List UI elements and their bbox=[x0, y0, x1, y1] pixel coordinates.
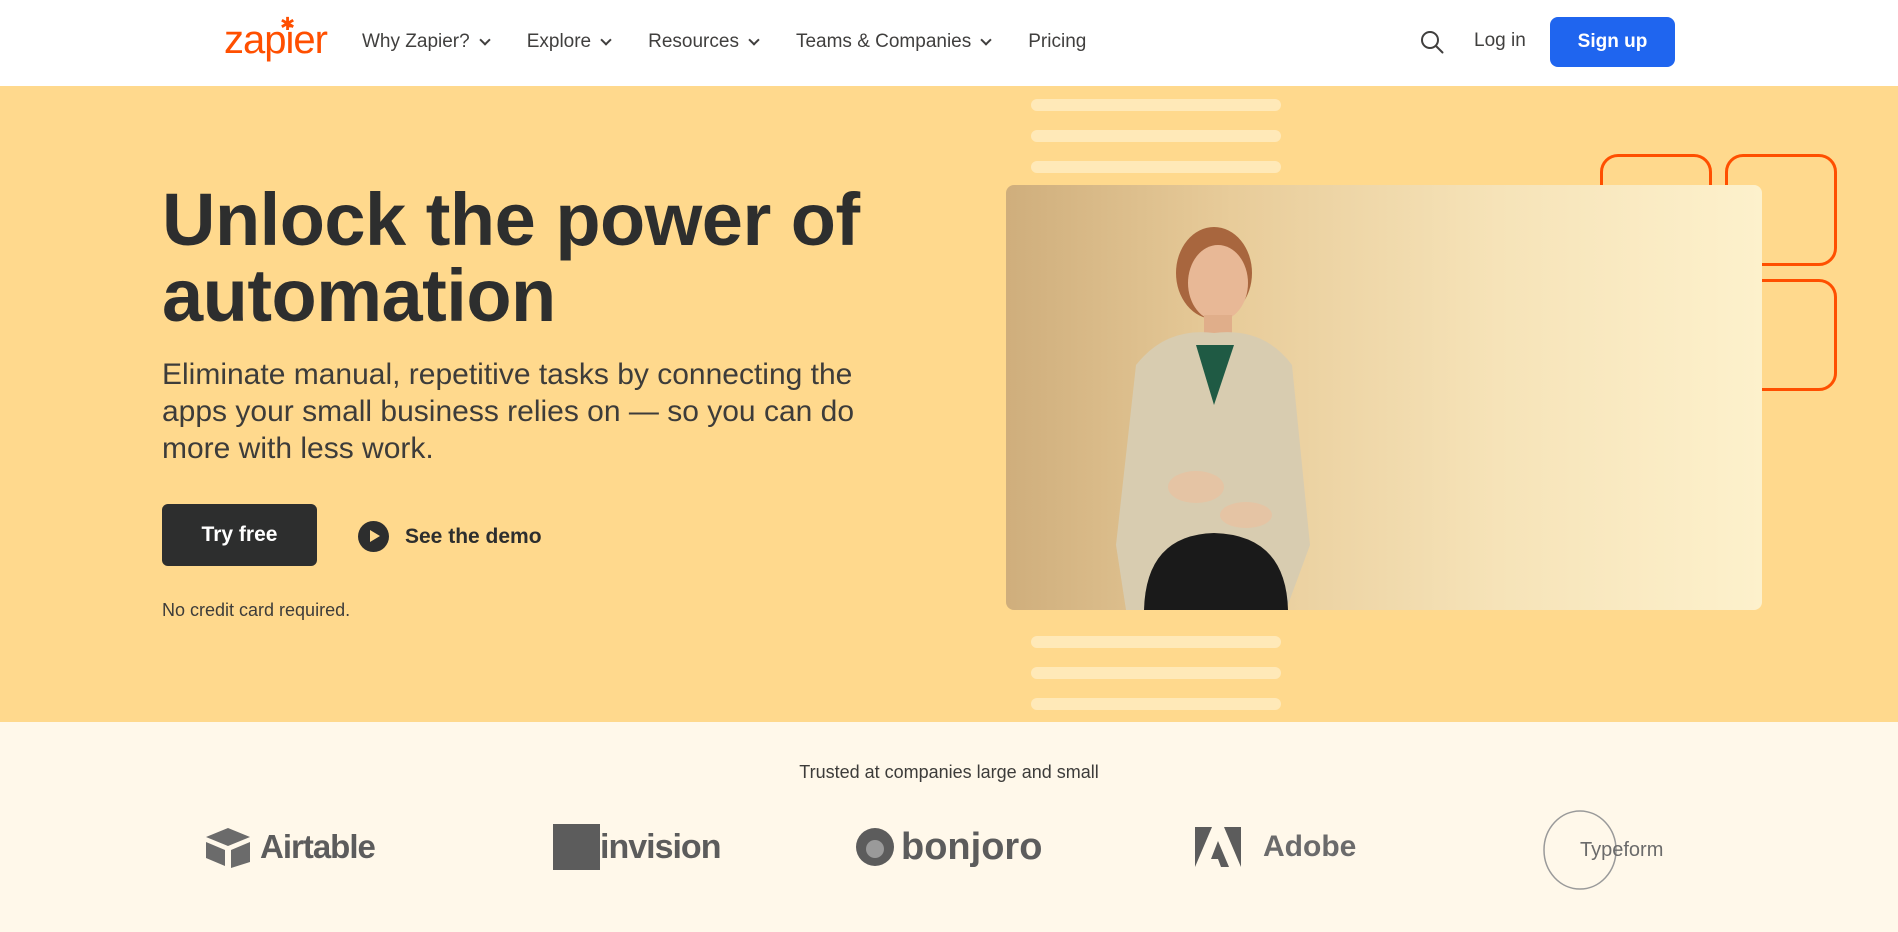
decor-stripe bbox=[1031, 161, 1281, 173]
hero-headline: Unlock the power of automation bbox=[162, 178, 860, 337]
decor-stripe bbox=[1031, 99, 1281, 111]
nav-item-label: Pricing bbox=[1028, 31, 1087, 52]
hero-section: Unlock the power of automation Eliminate… bbox=[0, 86, 1898, 722]
nav-explore[interactable]: Explore bbox=[526, 31, 612, 53]
nav-teams-companies[interactable]: Teams & Companies bbox=[795, 31, 992, 53]
airtable-logo: Airtable bbox=[204, 822, 376, 872]
logo-label: Adobe bbox=[1263, 830, 1357, 863]
chevron-down-icon bbox=[980, 33, 992, 46]
logo-label: invision bbox=[553, 824, 721, 870]
hero-subheadline: Eliminate manual, repetitive tasks by co… bbox=[162, 358, 855, 465]
nav-pricing[interactable]: Pricing bbox=[1028, 31, 1086, 53]
decor-stripe bbox=[1031, 698, 1281, 710]
logo-label: bonjoro bbox=[901, 825, 1043, 868]
logo-text: zapier bbox=[224, 18, 328, 62]
signup-button[interactable]: Sign up bbox=[1550, 17, 1675, 67]
no-credit-card-note: No credit card required. bbox=[162, 600, 351, 620]
adobe-icon bbox=[1195, 827, 1241, 867]
bonjoro-icon bbox=[856, 828, 894, 866]
nav-item-label: Explore bbox=[526, 31, 592, 52]
chevron-down-icon bbox=[748, 33, 760, 46]
presenter-image bbox=[1116, 227, 1310, 610]
logo-label: Typeform bbox=[1580, 838, 1664, 861]
decor-stripe bbox=[1031, 130, 1281, 142]
see-demo-link[interactable]: See the demo bbox=[358, 521, 542, 552]
decor-stripe bbox=[1031, 636, 1281, 648]
nav-resources[interactable]: Resources bbox=[648, 31, 760, 53]
logo-label: Airtable bbox=[260, 828, 376, 865]
decor-stripe bbox=[1031, 667, 1281, 679]
play-icon bbox=[358, 521, 389, 552]
trusted-by-section: Trusted at companies large and small Air… bbox=[0, 722, 1898, 932]
login-link[interactable]: Log in bbox=[1474, 30, 1526, 52]
airtable-icon bbox=[206, 828, 250, 868]
nav-item-label: Why Zapier? bbox=[362, 31, 470, 52]
hero-video[interactable] bbox=[1006, 185, 1762, 610]
try-free-button[interactable]: Try free bbox=[162, 504, 317, 566]
demo-label: See the demo bbox=[405, 524, 542, 548]
nav-item-label: Resources bbox=[648, 31, 739, 52]
logo-asterisk-icon: ✱ bbox=[280, 14, 295, 34]
search-icon[interactable] bbox=[1420, 30, 1444, 54]
zapier-logo[interactable]: ✱ zapier bbox=[224, 14, 328, 63]
nav-why-zapier[interactable]: Why Zapier? bbox=[362, 31, 491, 53]
nav-item-label: Teams & Companies bbox=[795, 31, 972, 52]
typeform-logo: Typeform bbox=[1542, 810, 1663, 890]
main-menu: Why Zapier? Explore Resources Teams & Co… bbox=[362, 0, 1124, 84]
chevron-down-icon bbox=[600, 33, 612, 46]
invision-logo: invision bbox=[553, 822, 721, 872]
bonjoro-logo: bonjoro bbox=[855, 822, 1042, 872]
top-nav: ✱ zapier Why Zapier? Explore Resources T… bbox=[0, 0, 1898, 86]
adobe-logo: Adobe bbox=[1195, 822, 1356, 872]
trusted-title: Trusted at companies large and small bbox=[799, 762, 1099, 782]
chevron-down-icon bbox=[479, 33, 491, 46]
